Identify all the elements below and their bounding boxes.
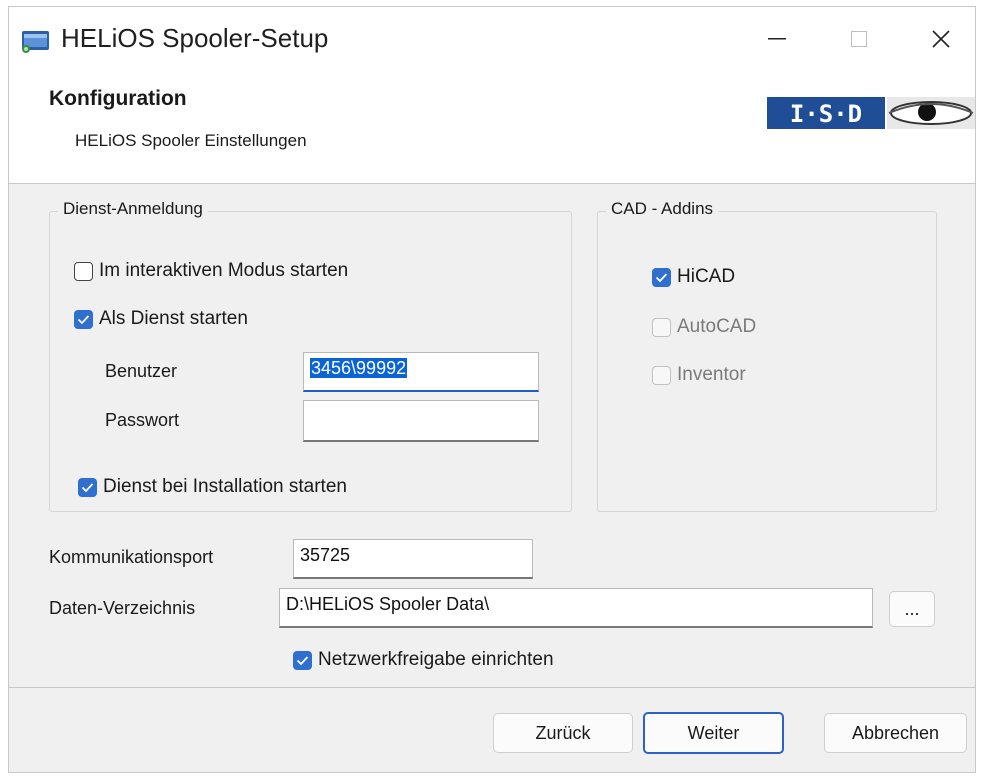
run-as-service-checkbox[interactable]: Als Dienst starten	[74, 308, 248, 330]
checkbox-box	[293, 650, 312, 670]
checkbox-box	[652, 317, 671, 337]
port-label: Kommunikationsport	[49, 547, 214, 567]
checkmark-icon	[655, 272, 668, 282]
data-dir-input[interactable]: D:\HELiOS Spooler Data\	[279, 588, 873, 628]
checkbox-box	[652, 267, 671, 287]
data-dir-label: Daten-Verzeichnis	[49, 598, 196, 618]
start-on-install-label: Dienst bei Installation starten	[103, 476, 347, 497]
window-title: HELiOS Spooler-Setup	[61, 23, 329, 53]
inventor-checkbox: Inventor	[652, 364, 746, 386]
service-login-legend: Dienst-Anmeldung	[58, 199, 208, 219]
user-input-value: 3456\99992	[310, 358, 408, 378]
footer-divider	[9, 687, 975, 688]
start-on-install-checkbox[interactable]: Dienst bei Installation starten	[78, 476, 347, 498]
close-button[interactable]	[911, 17, 971, 61]
isd-logo-text: I·S·D	[790, 100, 862, 128]
checkmark-icon	[296, 655, 309, 665]
cad-addins-legend: CAD - Addins	[606, 199, 719, 219]
checkmark-icon	[81, 482, 94, 492]
password-input[interactable]	[303, 400, 539, 442]
isd-logo: I·S·D	[767, 97, 975, 129]
hicad-checkbox[interactable]: HiCAD	[652, 266, 735, 288]
page-subtitle: HELiOS Spooler Einstellungen	[75, 131, 307, 150]
inventor-label: Inventor	[677, 364, 746, 385]
checkmark-icon	[77, 314, 90, 324]
user-label: Benutzer	[105, 361, 178, 381]
cancel-button[interactable]: Abbrechen	[824, 713, 967, 753]
checkbox-box	[78, 477, 97, 497]
autocad-label: AutoCAD	[677, 316, 757, 337]
interactive-mode-checkbox[interactable]: Im interaktiven Modus starten	[74, 260, 348, 282]
maximize-button[interactable]	[829, 17, 889, 61]
checkbox-box	[652, 365, 671, 385]
network-share-checkbox[interactable]: Netzwerkfreigabe einrichten	[293, 649, 554, 671]
password-label: Passwort	[105, 410, 180, 430]
hicad-label: HiCAD	[677, 266, 736, 287]
minimize-button[interactable]	[747, 17, 807, 61]
port-input-value: 35725	[300, 545, 351, 565]
browse-button[interactable]: ...	[889, 591, 935, 627]
setup-window: HELiOS Spooler-Setup Konfiguration HELiO…	[8, 6, 976, 773]
maximize-icon	[851, 31, 867, 47]
port-input[interactable]: 35725	[293, 539, 533, 579]
network-share-label: Netzwerkfreigabe einrichten	[318, 649, 554, 670]
user-input[interactable]: 3456\99992	[303, 352, 539, 392]
page-title: Konfiguration	[49, 87, 187, 110]
checkbox-box	[74, 309, 93, 329]
next-button[interactable]: Weiter	[643, 712, 784, 754]
autocad-checkbox: AutoCAD	[652, 316, 756, 338]
page-header: Konfiguration HELiOS Spooler Einstellung…	[9, 69, 975, 184]
cad-addins-group: CAD - Addins HiCAD AutoCAD Inventor	[597, 199, 937, 512]
installer-app-icon	[22, 31, 49, 53]
title-bar: HELiOS Spooler-Setup	[9, 7, 975, 69]
back-button[interactable]: Zurück	[493, 713, 633, 753]
checkbox-box	[74, 261, 93, 281]
minimize-icon	[768, 38, 786, 40]
run-as-service-label: Als Dienst starten	[99, 308, 248, 329]
data-dir-input-value: D:\HELiOS Spooler Data\	[286, 594, 490, 614]
close-icon	[932, 30, 950, 48]
interactive-mode-label: Im interaktiven Modus starten	[99, 260, 349, 281]
service-login-group: Dienst-Anmeldung Im interaktiven Modus s…	[49, 199, 572, 512]
